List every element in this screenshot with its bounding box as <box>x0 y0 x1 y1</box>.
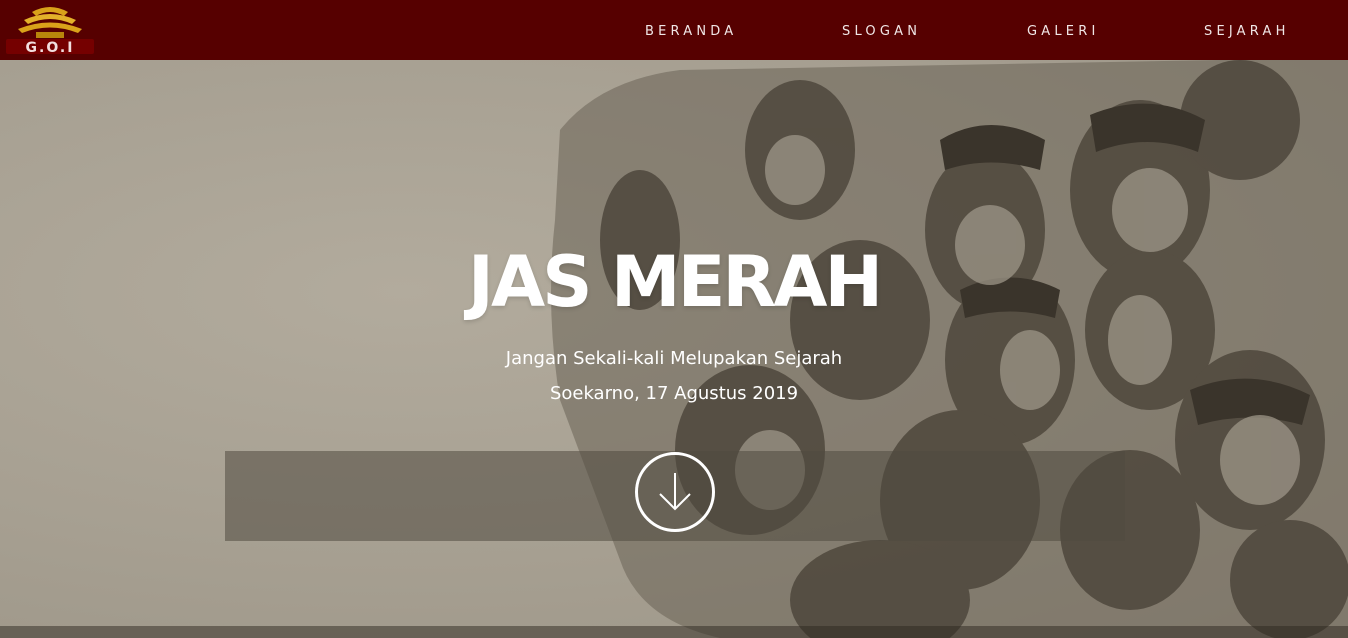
top-navbar: G.O.I BERANDA SLOGAN GALERI SEJARAH <box>0 0 1348 60</box>
nav-galeri[interactable]: GALERI <box>1027 24 1100 40</box>
arrow-down-circle-icon <box>659 473 691 511</box>
hero-section: JAS MERAH Jangan Sekali-kali Melupakan S… <box>0 60 1348 638</box>
nav-beranda[interactable]: BERANDA <box>645 24 737 40</box>
nav-slogan[interactable]: SLOGAN <box>842 24 921 40</box>
scroll-down-button[interactable] <box>635 452 715 532</box>
svg-text:G.O.I: G.O.I <box>26 40 75 56</box>
nav-sejarah[interactable]: SEJARAH <box>1204 24 1290 40</box>
site-logo[interactable]: G.O.I <box>2 4 98 56</box>
hero-attribution: Soekarno, 17 Agustus 2019 <box>549 383 799 404</box>
logo-emblem-icon: G.O.I <box>6 7 94 56</box>
hero-title: JAS MERAH <box>467 241 883 323</box>
hero-subtitle: Jangan Sekali-kali Melupakan Sejarah <box>505 348 843 369</box>
